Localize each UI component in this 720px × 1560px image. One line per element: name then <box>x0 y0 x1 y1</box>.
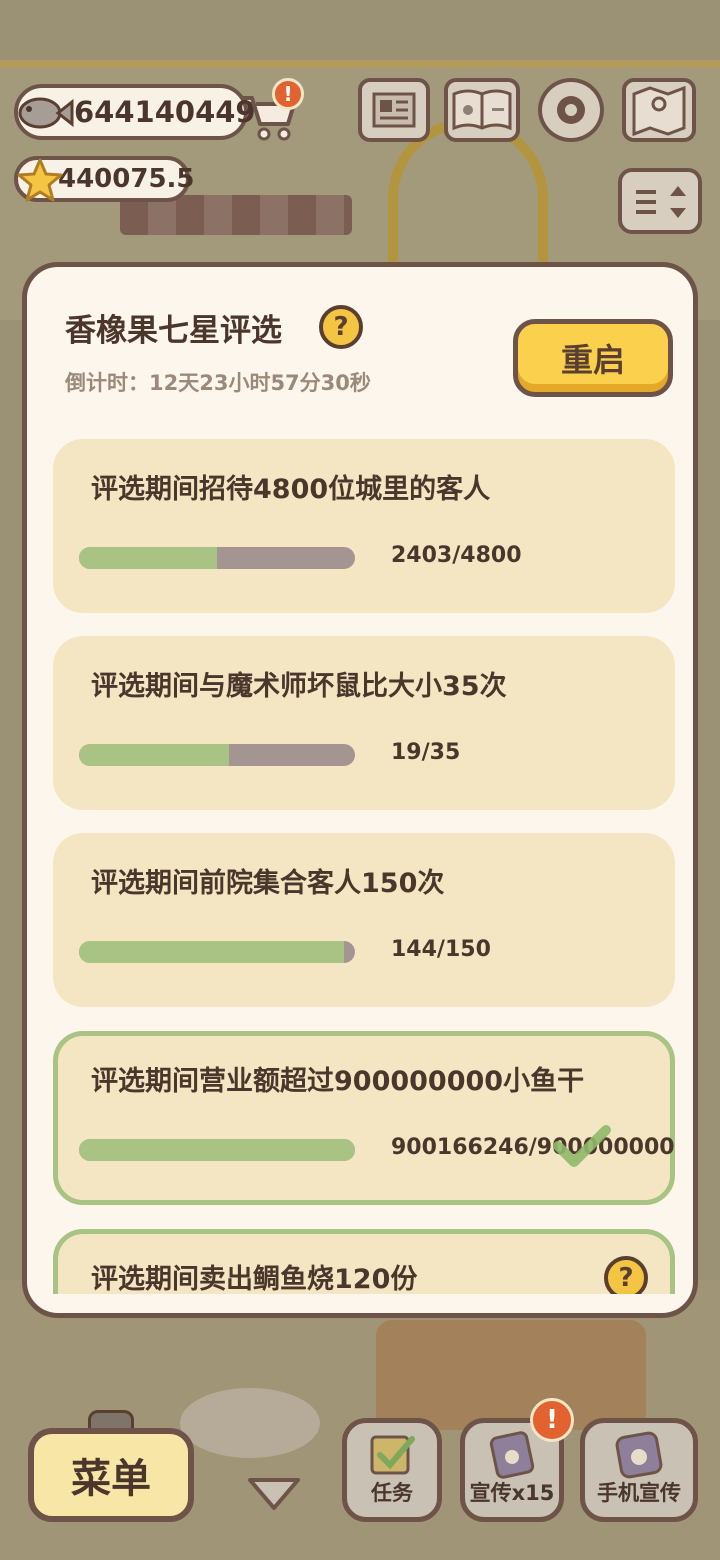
progress-fill <box>79 1139 355 1161</box>
progress-bar <box>79 744 355 766</box>
progress-text: 144/150 <box>391 937 491 962</box>
fish-currency: 644140449 <box>14 84 256 140</box>
progress-text: 900166246/900000000 <box>391 1135 675 1160</box>
promo-label: 宣传x15 <box>469 1481 555 1505</box>
food-stall <box>376 1320 646 1430</box>
paw-book-icon[interactable] <box>444 78 520 142</box>
restart-button[interactable]: 重启 <box>513 319 673 397</box>
tasks-button[interactable]: 任务 <box>342 1418 442 1522</box>
cart-alert-badge: ! <box>272 78 304 110</box>
sort-toggle-icon[interactable] <box>618 168 702 234</box>
phone-paw-icon <box>615 1431 663 1479</box>
task-description: 评选期间与魔术师坏鼠比大小35次 <box>91 671 507 702</box>
paw-card-icon <box>489 1431 535 1479</box>
phone-promo-label: 手机宣传 <box>597 1481 681 1505</box>
newspaper-icon[interactable] <box>358 78 430 142</box>
progress-fill <box>79 744 229 766</box>
progress-bar <box>79 547 355 569</box>
promo-alert-badge: ! <box>530 1398 574 1442</box>
star-currency: 440075.5 <box>14 156 195 202</box>
rating-panel: 香橡果七星评选 ? 倒计时：12天23小时57分30秒 重启 评选期间招待480… <box>22 262 698 1318</box>
gear-icon[interactable] <box>538 78 604 142</box>
task-description: 评选期间招待4800位城里的客人 <box>91 474 491 505</box>
checklist-icon <box>370 1435 415 1475</box>
help-button[interactable]: ? <box>319 305 363 349</box>
progress-bar <box>79 1139 355 1161</box>
progress-fill <box>79 547 218 569</box>
paint-palette <box>180 1388 320 1458</box>
panel-title: 香橡果七星评选 <box>65 313 282 349</box>
task-description: 评选期间前院集合客人150次 <box>91 868 445 899</box>
task-card-completed: 评选期间卖出鲷鱼烧120份 ? <box>53 1229 675 1294</box>
menu-button[interactable]: 菜单 <box>28 1428 194 1522</box>
star-icon <box>17 158 63 202</box>
chevron-down-icon[interactable] <box>246 1474 302 1514</box>
check-icon <box>553 1125 611 1167</box>
tasks-label: 任务 <box>371 1481 413 1505</box>
task-list[interactable]: 评选期间招待4800位城里的客人 2403/4800 评选期间与魔术师坏鼠比大小… <box>53 439 677 1294</box>
task-description: 评选期间卖出鲷鱼烧120份 <box>91 1264 418 1294</box>
progress-bar <box>79 941 355 963</box>
progress-fill <box>79 941 344 963</box>
fish-count: 644140449 <box>74 95 256 129</box>
task-card: 评选期间前院集合客人150次 144/150 <box>53 833 675 1007</box>
task-card-completed: 评选期间营业额超过900000000小鱼干 900166246/90000000… <box>53 1031 675 1205</box>
countdown-timer: 倒计时：12天23小时57分30秒 <box>65 371 371 395</box>
map-icon[interactable] <box>622 78 696 142</box>
progress-text: 19/35 <box>391 740 461 765</box>
fish-icon <box>18 97 74 129</box>
task-description: 评选期间营业额超过900000000小鱼干 <box>91 1066 585 1097</box>
progress-text: 2403/4800 <box>391 543 522 568</box>
task-card: 评选期间招待4800位城里的客人 2403/4800 <box>53 439 675 613</box>
star-count: 440075.5 <box>58 164 195 194</box>
task-card: 评选期间与魔术师坏鼠比大小35次 19/35 <box>53 636 675 810</box>
task-help-button[interactable]: ? <box>604 1256 648 1294</box>
phone-promo-button[interactable]: 手机宣传 <box>580 1418 698 1522</box>
